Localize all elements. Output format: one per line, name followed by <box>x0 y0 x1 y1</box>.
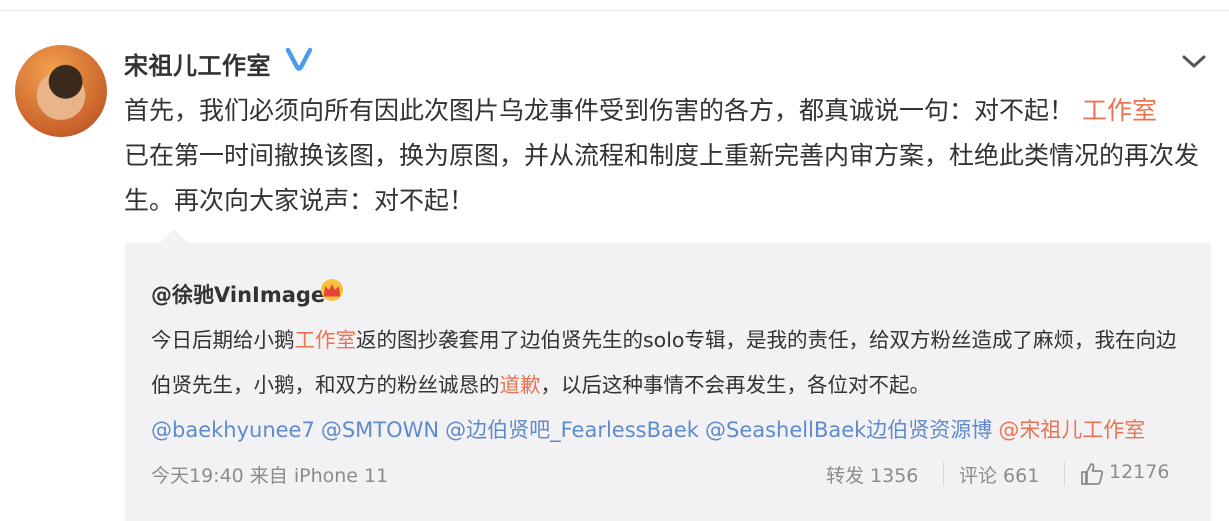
avatar[interactable] <box>15 45 107 137</box>
chevron-down-icon[interactable] <box>1181 51 1207 71</box>
post-text: 首先，我们必须向所有因此次图片乌龙事件受到伤害的各方，都真诚说一句：对不起！ 工… <box>124 88 1204 223</box>
post-text-part1: 首先，我们必须向所有因此次图片乌龙事件受到伤害的各方，都真诚说一句：对不起！ <box>124 96 1075 125</box>
mention-link[interactable]: @边伯贤吧_FearlessBaek <box>445 418 699 442</box>
mentions-row: @baekhyunee7 @SMTOWN @边伯贤吧_FearlessBaek @Se… <box>151 414 1145 444</box>
repost-studio-link[interactable]: 工作室 <box>295 328 357 352</box>
verified-badge-icon <box>286 47 312 71</box>
action-divider <box>943 462 944 486</box>
post-author-name[interactable]: 宋祖儿工作室 <box>124 46 271 81</box>
repost-text-a: 今日后期给小鹅 <box>151 328 295 352</box>
repost-author-name[interactable]: @徐驰VinImage <box>151 279 325 309</box>
repost-pointer <box>160 229 188 243</box>
crown-icon <box>321 279 343 301</box>
like-count[interactable]: 12176 <box>1109 461 1169 483</box>
apology-link[interactable]: 道歉 <box>500 373 541 397</box>
action-divider <box>1064 462 1065 486</box>
thumbs-up-icon[interactable] <box>1079 461 1105 487</box>
mention-link[interactable]: @baekhyunee7 <box>151 418 315 442</box>
mention-link[interactable]: @SMTOWN <box>321 418 439 442</box>
top-divider <box>0 10 1229 11</box>
mention-link[interactable]: @SeashellBaek边伯贤资源博 <box>705 418 992 442</box>
comment-count-button[interactable]: 评论 661 <box>959 461 1039 488</box>
repost-text-c: ，以后这种事情不会再发生，各位对不起。 <box>540 373 931 397</box>
post-text-part2: 已在第一时间撤换该图，换为原图，并从流程和制度上重新完善内审方案，杜绝此类情况的… <box>124 141 1200 215</box>
repost-count-button[interactable]: 转发 1356 <box>826 461 918 488</box>
studio-link[interactable]: 工作室 <box>1082 96 1157 125</box>
repost-text: 今日后期给小鹅工作室返的图抄袭套用了边伯贤先生的solo专辑，是我的责任，给双方… <box>151 318 1191 408</box>
mention-link-studio[interactable]: @宋祖儿工作室 <box>998 418 1145 442</box>
post-timestamp-source[interactable]: 今天19:40 来自 iPhone 11 <box>151 461 388 488</box>
